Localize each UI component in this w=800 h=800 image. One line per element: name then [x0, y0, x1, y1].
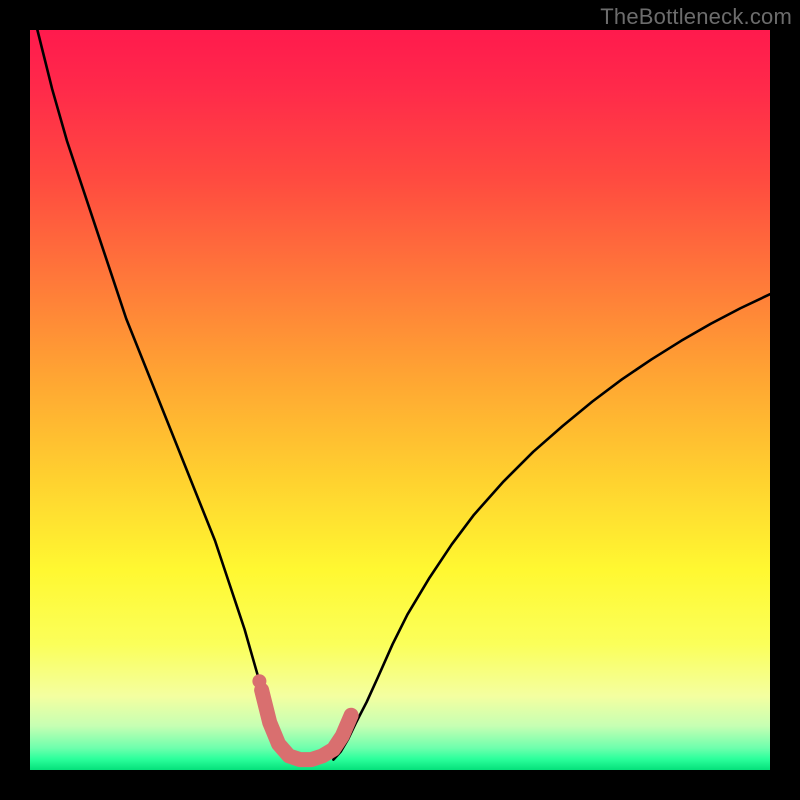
valley-left-dot — [252, 674, 266, 688]
plot-area — [30, 30, 770, 770]
chart-frame: TheBottleneck.com — [0, 0, 800, 800]
watermark-text: TheBottleneck.com — [600, 4, 792, 30]
valley-overlay — [262, 690, 352, 760]
curve-layer — [30, 30, 770, 770]
curve-right-branch — [333, 294, 770, 759]
curve-left-branch — [37, 30, 289, 760]
